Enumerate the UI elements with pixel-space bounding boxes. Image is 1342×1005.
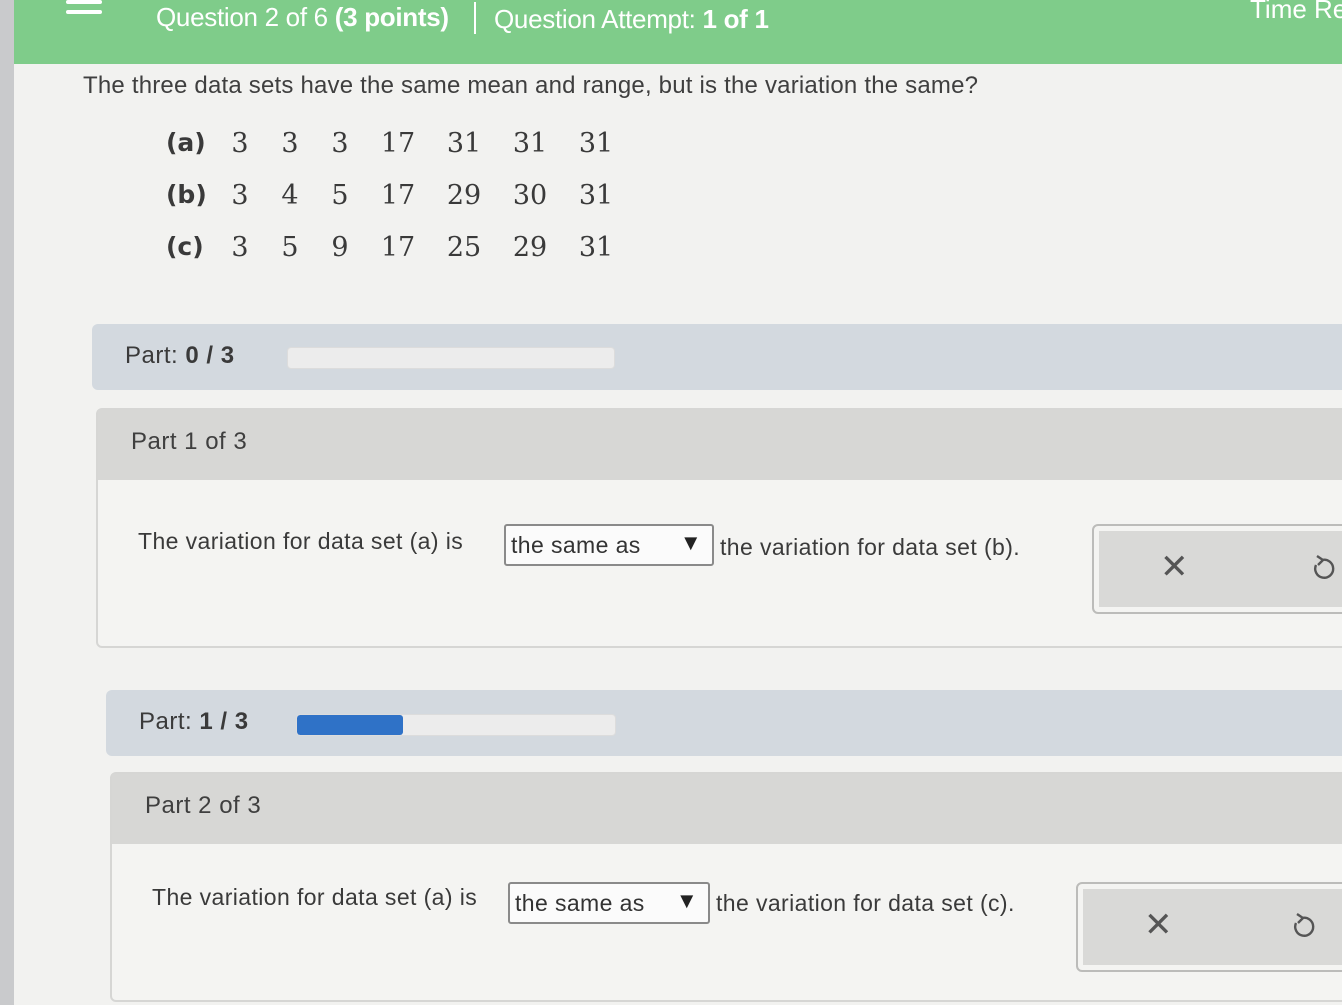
part-1-variation-select[interactable]: the same as ▼ — [504, 524, 714, 566]
data-value: 31 — [578, 180, 614, 211]
data-value: 25 — [446, 232, 482, 263]
part-1-text-after: the variation for data set (b). — [720, 534, 1021, 560]
assessment-page: Question 2 of 6 (3 points) Question Atte… — [14, 0, 1342, 1005]
hamburger-menu-icon[interactable] — [66, 0, 102, 20]
close-icon[interactable]: ✕ — [1160, 550, 1189, 584]
part-2-action-box: ✕ — [1076, 882, 1342, 972]
data-set-label: (c) — [166, 232, 204, 261]
undo-icon[interactable] — [1308, 555, 1336, 583]
triangle-down-icon: ▼ — [679, 530, 702, 555]
data-value: 29 — [512, 232, 548, 263]
time-remaining-label: Time Re — [1250, 0, 1342, 24]
part-progress-label: Part: 0 / 3 — [125, 342, 235, 370]
undo-icon[interactable] — [1288, 913, 1316, 941]
header-divider — [474, 2, 476, 34]
data-value: 5 — [281, 232, 299, 263]
data-set-label: (b) — [166, 180, 207, 209]
part-progress-bar — [287, 347, 615, 369]
question-number-text: Question 2 of 6 — [156, 2, 328, 32]
close-icon[interactable]: ✕ — [1144, 908, 1173, 942]
part-progress-panel: Part: 1 / 3 — [106, 690, 1342, 756]
part-2-select-value: the same as — [515, 890, 645, 916]
data-value: 31 — [446, 128, 482, 159]
attempt-label: Question Attempt: — [494, 4, 696, 34]
part-1-action-box: ✕ — [1092, 524, 1342, 614]
part-2-header: Part 2 of 3 — [112, 774, 1342, 844]
data-value: 3 — [231, 128, 249, 159]
data-value: 17 — [380, 180, 416, 211]
data-value: 9 — [331, 232, 349, 263]
data-set-label: (a) — [166, 128, 206, 157]
part-2-title: Part 2 of 3 — [145, 792, 262, 819]
part-progress-label: Part: 1 / 3 — [139, 708, 249, 736]
data-value: 3 — [231, 232, 249, 263]
part-1-card: Part 1 of 3 The variation for data set (… — [96, 408, 1342, 648]
part-2-text-before: The variation for data set (a) is — [152, 884, 478, 910]
part-2-text-after: the variation for data set (c). — [716, 890, 1015, 916]
part-progress-fill — [297, 715, 403, 735]
part-2-variation-select[interactable]: the same as ▼ — [508, 882, 710, 924]
question-number: Question 2 of 6 (3 points) — [156, 2, 449, 33]
part-progress-prefix: Part: — [125, 342, 179, 369]
part-1-select-value: the same as — [511, 532, 641, 558]
data-value: 29 — [446, 180, 482, 211]
data-value: 30 — [512, 180, 548, 211]
data-value: 3 — [281, 128, 299, 159]
part-2-card: Part 2 of 3 The variation for data set (… — [110, 772, 1342, 1002]
data-value: 17 — [380, 128, 416, 159]
data-value: 4 — [281, 180, 299, 211]
data-value: 5 — [331, 180, 349, 211]
data-value: 31 — [512, 128, 548, 159]
attempt-value: 1 of 1 — [702, 4, 769, 34]
part-progress-bar — [296, 714, 616, 736]
part-progress-value: 1 / 3 — [199, 708, 249, 735]
triangle-down-icon: ▼ — [675, 888, 698, 913]
part-progress-panel: Part: 0 / 3 — [92, 324, 1342, 390]
part-1-title: Part 1 of 3 — [131, 428, 248, 455]
data-value: 3 — [331, 128, 349, 159]
data-value: 31 — [578, 232, 614, 263]
part-1-text-before: The variation for data set (a) is — [138, 528, 464, 554]
data-value: 31 — [578, 128, 614, 159]
question-header-bar: Question 2 of 6 (3 points) Question Atte… — [14, 0, 1342, 64]
question-points: (3 points) — [334, 2, 449, 32]
part-progress-value: 0 / 3 — [185, 342, 235, 369]
data-value: 17 — [380, 232, 416, 263]
question-prompt: The three data sets have the same mean a… — [83, 72, 979, 99]
data-value: 3 — [231, 180, 249, 211]
part-1-header: Part 1 of 3 — [98, 410, 1342, 480]
question-attempt: Question Attempt: 1 of 1 — [494, 4, 769, 35]
part-progress-prefix: Part: — [139, 708, 193, 735]
